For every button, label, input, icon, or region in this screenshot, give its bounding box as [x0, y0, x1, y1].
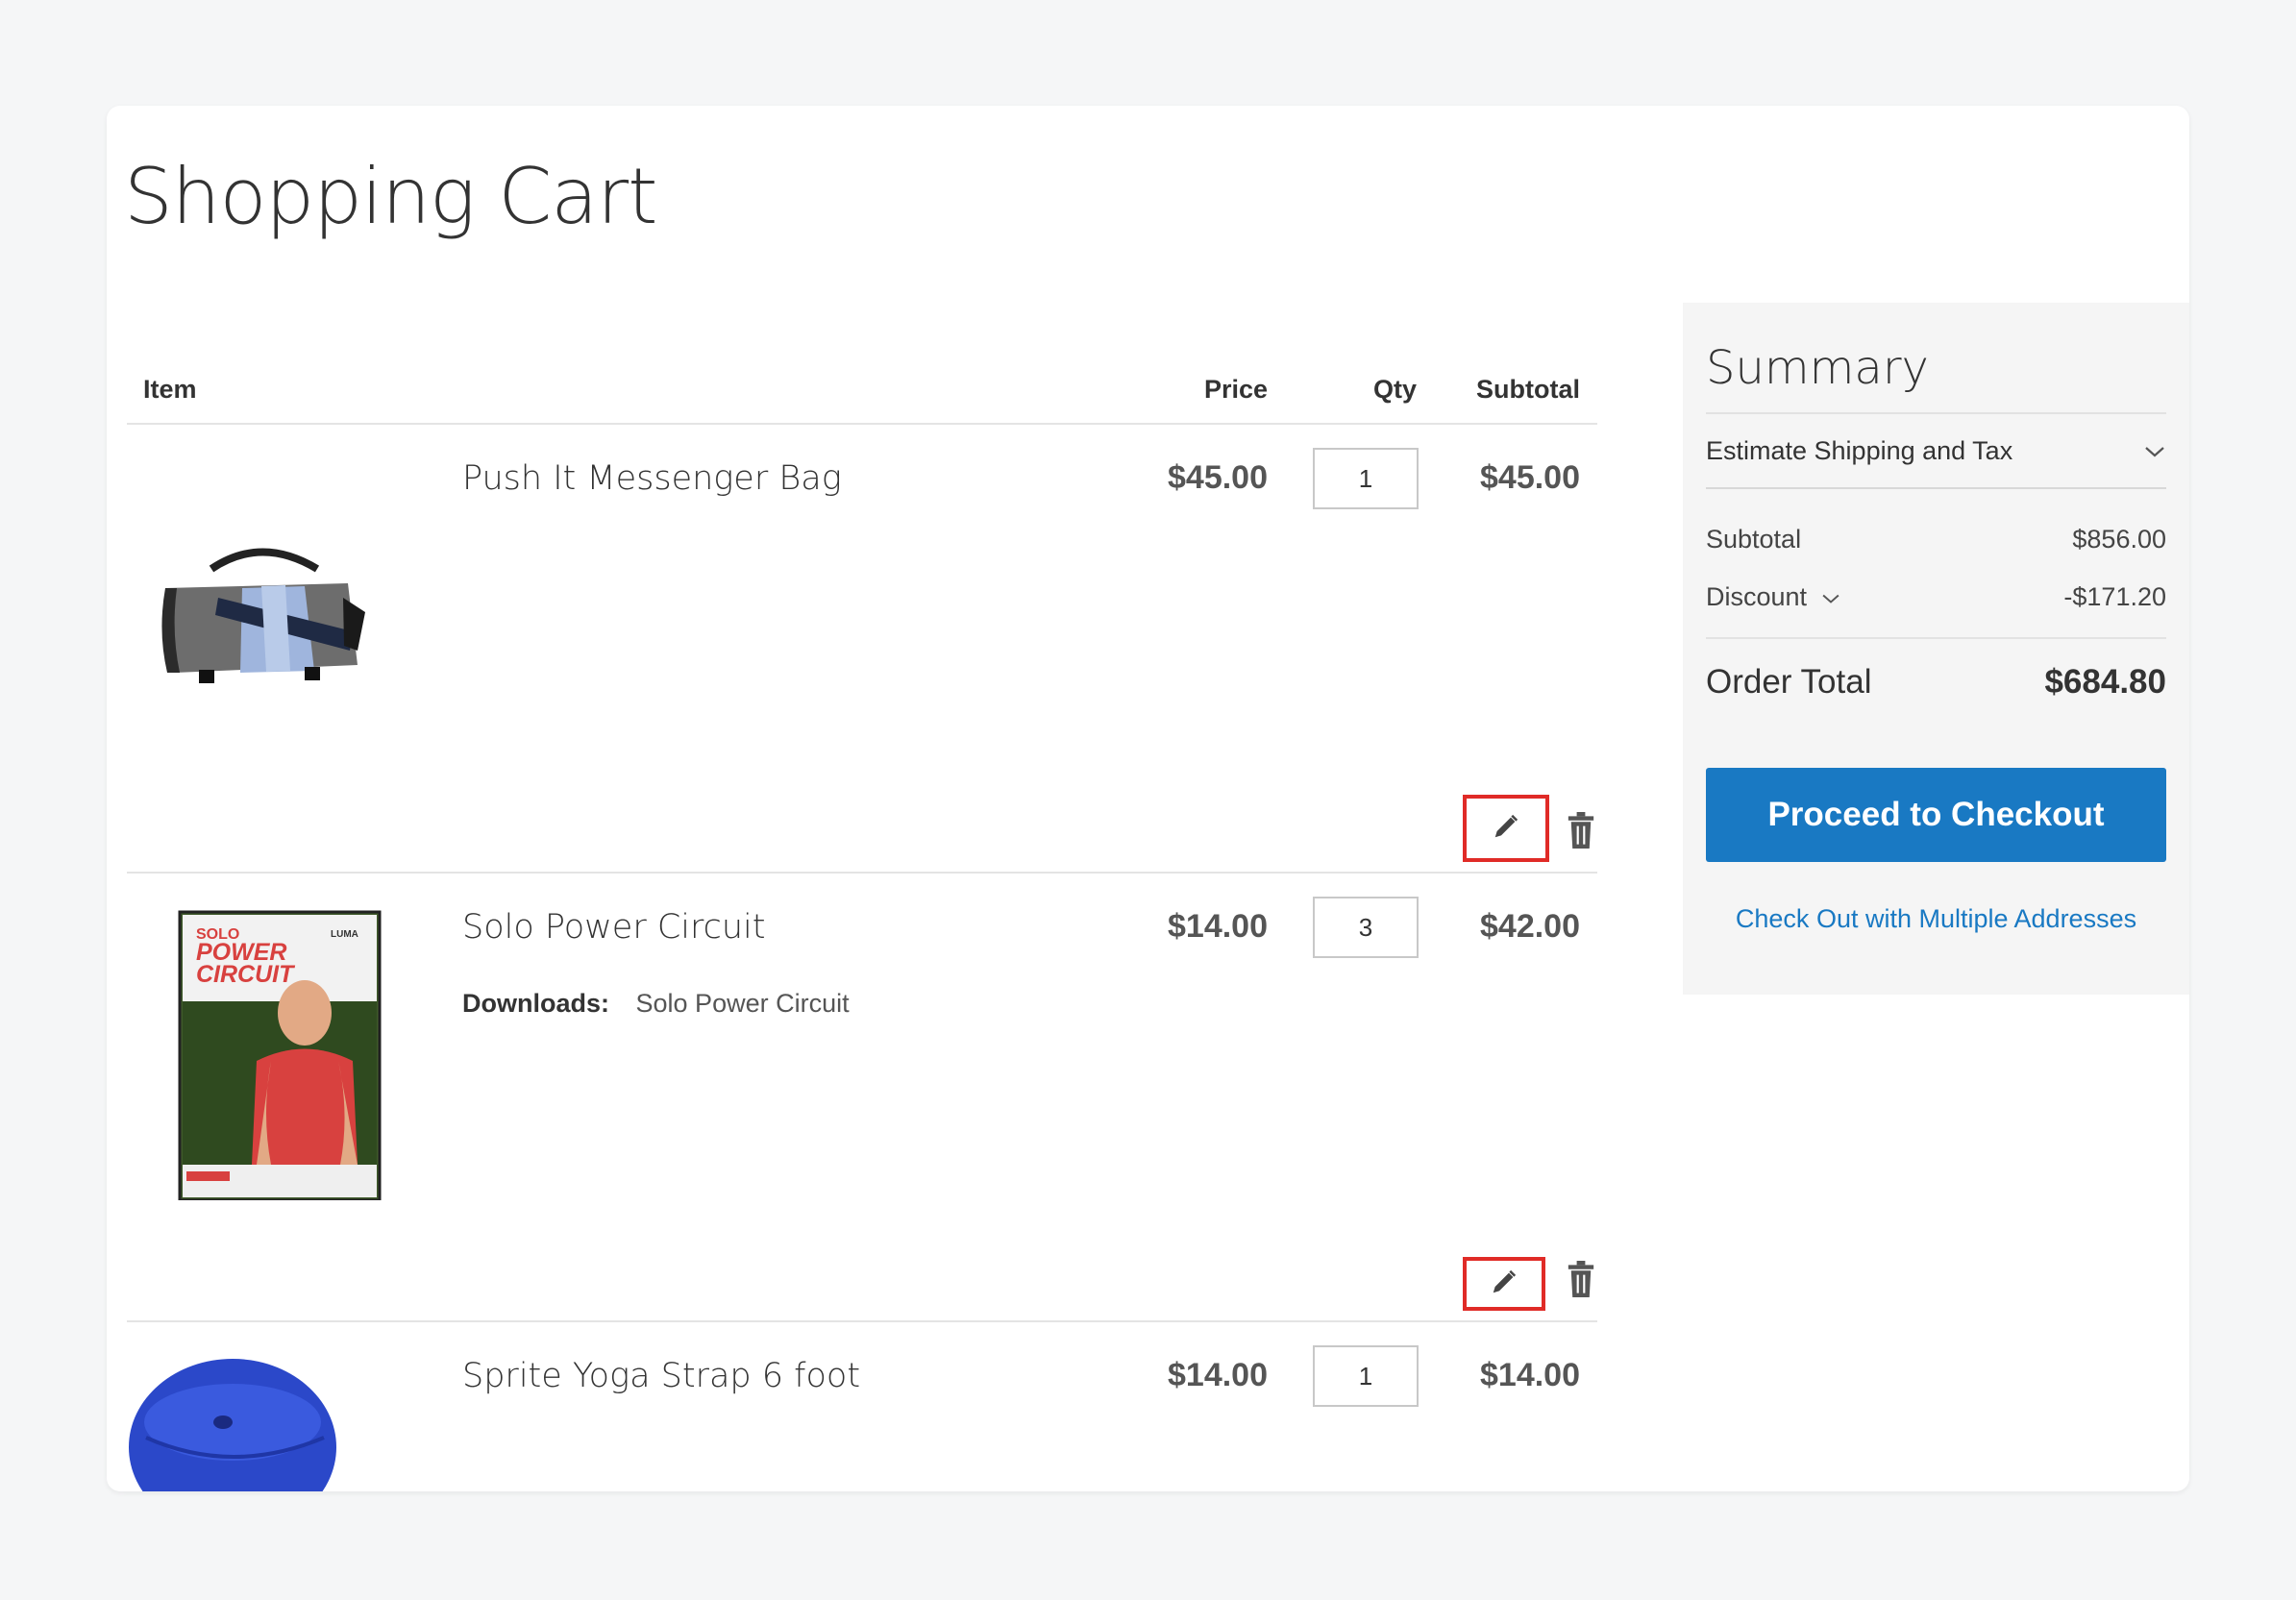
discount-toggle[interactable]: Discount [1706, 582, 1841, 612]
cart-table: Item Price Qty Subtotal Push It Messenge… [127, 336, 1597, 1491]
cart-table-header: Item Price Qty Subtotal [127, 336, 1597, 425]
item-subtotal: $42.00 [1480, 908, 1580, 945]
discount-line: Discount -$171.20 [1706, 568, 2166, 626]
column-header-qty: Qty [1372, 375, 1417, 404]
item-price: $45.00 [1168, 459, 1268, 496]
discount-label: Discount [1706, 581, 1808, 611]
product-name[interactable]: Solo Power Circuit [462, 908, 766, 947]
pencil-icon [1490, 1268, 1518, 1301]
product-name[interactable]: Sprite Yoga Strap 6 foot [462, 1357, 860, 1395]
summary-title: Summary [1706, 341, 2166, 414]
product-image-messenger-bag[interactable] [127, 444, 396, 751]
chevron-down-icon [2143, 436, 2166, 466]
item-subtotal: $45.00 [1480, 459, 1580, 496]
product-image-solo-power-circuit[interactable]: SOLO POWER CIRCUIT LUMA [127, 893, 396, 1202]
cart-item-row: SOLO POWER CIRCUIT LUMA Solo Power Circu… [127, 874, 1597, 1322]
subtotal-value: $856.00 [2072, 524, 2166, 554]
estimate-shipping-label: Estimate Shipping and Tax [1706, 435, 2013, 465]
item-price: $14.00 [1168, 908, 1268, 945]
order-summary: Summary Estimate Shipping and Tax Subtot… [1683, 303, 2189, 995]
delete-item-button[interactable] [1565, 811, 1597, 853]
product-image-yoga-strap[interactable] [127, 1342, 396, 1491]
item-price: $14.00 [1168, 1357, 1268, 1393]
cart-page-card: Shopping Cart Item Price Qty Subtotal Pu… [107, 106, 2189, 1491]
multi-address-checkout-link[interactable]: Check Out with Multiple Addresses [1706, 904, 2166, 934]
qty-input[interactable]: 1 [1313, 448, 1419, 509]
order-total-label: Order Total [1706, 663, 1872, 701]
trash-icon [1567, 811, 1595, 853]
trash-icon [1567, 1260, 1595, 1302]
qty-input[interactable]: 3 [1313, 897, 1419, 958]
estimate-shipping-toggle[interactable]: Estimate Shipping and Tax [1706, 414, 2166, 489]
item-subtotal: $14.00 [1480, 1357, 1580, 1393]
delete-item-button[interactable] [1565, 1260, 1597, 1302]
qty-input[interactable]: 1 [1313, 1345, 1419, 1407]
cart-item-row: Sprite Yoga Strap 6 foot $14.00 1 $14.00 [127, 1322, 1597, 1491]
order-total-line: Order Total $684.80 [1706, 637, 2166, 726]
discount-value: -$171.20 [2063, 581, 2166, 611]
subtotal-line: Subtotal $856.00 [1706, 510, 2166, 568]
column-header-price: Price [1203, 375, 1268, 404]
chevron-down-icon [1820, 582, 1841, 612]
page-title: Shopping Cart [124, 152, 657, 241]
proceed-to-checkout-button[interactable]: Proceed to Checkout [1706, 768, 2166, 862]
dvd-cover-brand: LUMA [331, 929, 358, 940]
option-value: Solo Power Circuit [635, 989, 850, 1018]
order-total-value: $684.80 [2044, 663, 2166, 701]
column-header-item: Item [143, 375, 197, 404]
edit-item-button[interactable] [1463, 1257, 1545, 1311]
subtotal-label: Subtotal [1706, 524, 1802, 554]
product-name[interactable]: Push It Messenger Bag [462, 459, 842, 498]
cart-item-row: Push It Messenger Bag $45.00 1 $45.00 [127, 425, 1597, 874]
dvd-cover-line3: CIRCUIT [196, 961, 296, 988]
pencil-icon [1492, 812, 1520, 846]
product-option: Downloads: Solo Power Circuit [462, 989, 850, 1019]
edit-item-button[interactable] [1463, 795, 1549, 862]
option-label: Downloads: [462, 989, 609, 1018]
column-header-subtotal: Subtotal [1476, 375, 1580, 404]
